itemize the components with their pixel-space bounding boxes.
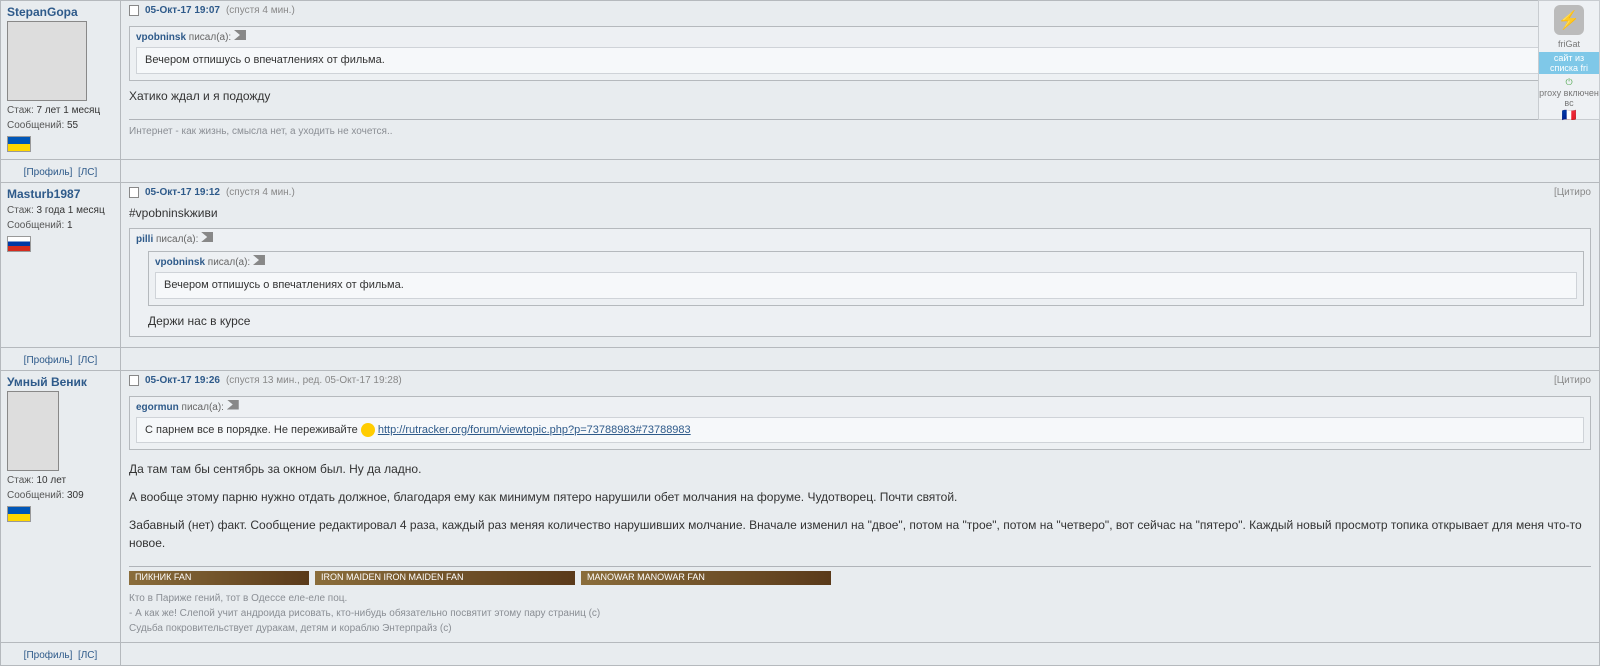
goto-icon[interactable] — [201, 232, 213, 242]
user-info: Стаж: 3 года 1 месяцСообщений: 1 — [7, 203, 114, 233]
flag-icon — [7, 506, 31, 522]
post-elapsed: (спустя 4 мин.) — [226, 187, 295, 198]
avatar[interactable] — [7, 21, 87, 101]
post-elapsed: (спустя 4 мин.) — [226, 5, 295, 16]
post-date-link[interactable]: 05-Окт-17 19:07 — [145, 5, 220, 16]
flag-icon — [7, 136, 31, 152]
external-link[interactable]: http://rutracker.org/forum/viewtopic.php… — [378, 424, 691, 436]
username-link[interactable]: Умный Веник — [7, 375, 114, 389]
post-body: vpobninsk писал(а): Вечером отпишусь о в… — [129, 20, 1591, 141]
quote-block: egormun писал(а): С парнем все в порядке… — [129, 396, 1591, 451]
quote-author[interactable]: egormun — [136, 402, 179, 413]
post-icon — [129, 5, 139, 16]
quote-author[interactable]: pilli — [136, 234, 153, 245]
proxy-status: proxy включен вс — [1539, 88, 1599, 108]
quote-author[interactable]: vpobninsk — [136, 32, 186, 43]
quote-author[interactable]: vpobninsk — [155, 257, 205, 268]
profile-link[interactable]: [Профиль] — [24, 167, 73, 178]
pm-link[interactable]: [ЛС] — [78, 167, 97, 178]
profile-link[interactable]: [Профиль] — [24, 355, 73, 366]
smile-icon — [361, 423, 375, 437]
quote-block: vpobninsk писал(а): Вечером отпишусь о в… — [129, 26, 1591, 81]
frigate-button[interactable]: сайт из списка fri — [1539, 52, 1599, 74]
user-info: Стаж: 10 летСообщений: 309 — [7, 473, 114, 503]
pm-link[interactable]: [ЛС] — [78, 355, 97, 366]
signature: ПИКНИК FAN IRON MAIDEN IRON MAIDEN FAN MAN… — [129, 566, 1591, 636]
profile-link[interactable]: [Профиль] — [24, 650, 73, 661]
user-info: Стаж: 7 лет 1 месяцСообщений: 55 — [7, 103, 114, 133]
post-icon — [129, 375, 139, 386]
avatar[interactable] — [7, 391, 59, 471]
pm-link[interactable]: [ЛС] — [78, 650, 97, 661]
frigate-icon: ⚡ — [1554, 5, 1584, 35]
goto-icon[interactable] — [227, 400, 239, 410]
post-date-link[interactable]: 05-Окт-17 19:26 — [145, 375, 220, 386]
post-elapsed: (спустя 13 мин., ред. 05-Окт-17 19:28) — [226, 375, 402, 386]
quote-button[interactable]: [Цитиро — [1554, 375, 1591, 386]
quote-button[interactable]: [Цитиро — [1554, 187, 1591, 198]
power-icon[interactable]: ⏻ — [1539, 77, 1599, 88]
quote-block: pilli писал(а): vpobninsk писал(а): Вече… — [129, 228, 1591, 337]
flag-icon — [7, 236, 31, 252]
userbar[interactable]: ПИКНИК FAN — [129, 571, 309, 585]
username-link[interactable]: Masturb1987 — [7, 187, 114, 201]
signature: Интернет - как жизнь, смысла нет, а уход… — [129, 119, 1591, 139]
goto-icon[interactable] — [234, 30, 246, 40]
goto-icon[interactable] — [253, 255, 265, 265]
post-icon — [129, 187, 139, 198]
userbar[interactable]: MANOWAR MANOWAR FAN — [581, 571, 831, 585]
post-body: egormun писал(а): С парнем все в порядке… — [129, 390, 1591, 639]
flag-icon: 🇫🇷 — [1539, 108, 1599, 122]
frigate-name: friGat — [1539, 39, 1599, 49]
userbar[interactable]: IRON MAIDEN IRON MAIDEN FAN — [315, 571, 575, 585]
post-date-link[interactable]: 05-Окт-17 19:12 — [145, 187, 220, 198]
username-link[interactable]: StepanGopa — [7, 5, 114, 19]
post-body: #vpobninskживи pilli писал(а): vpobninsk… — [129, 202, 1591, 343]
frigate-widget: ⚡ friGat сайт из списка fri ⏻ proxy вклю… — [1538, 0, 1600, 120]
